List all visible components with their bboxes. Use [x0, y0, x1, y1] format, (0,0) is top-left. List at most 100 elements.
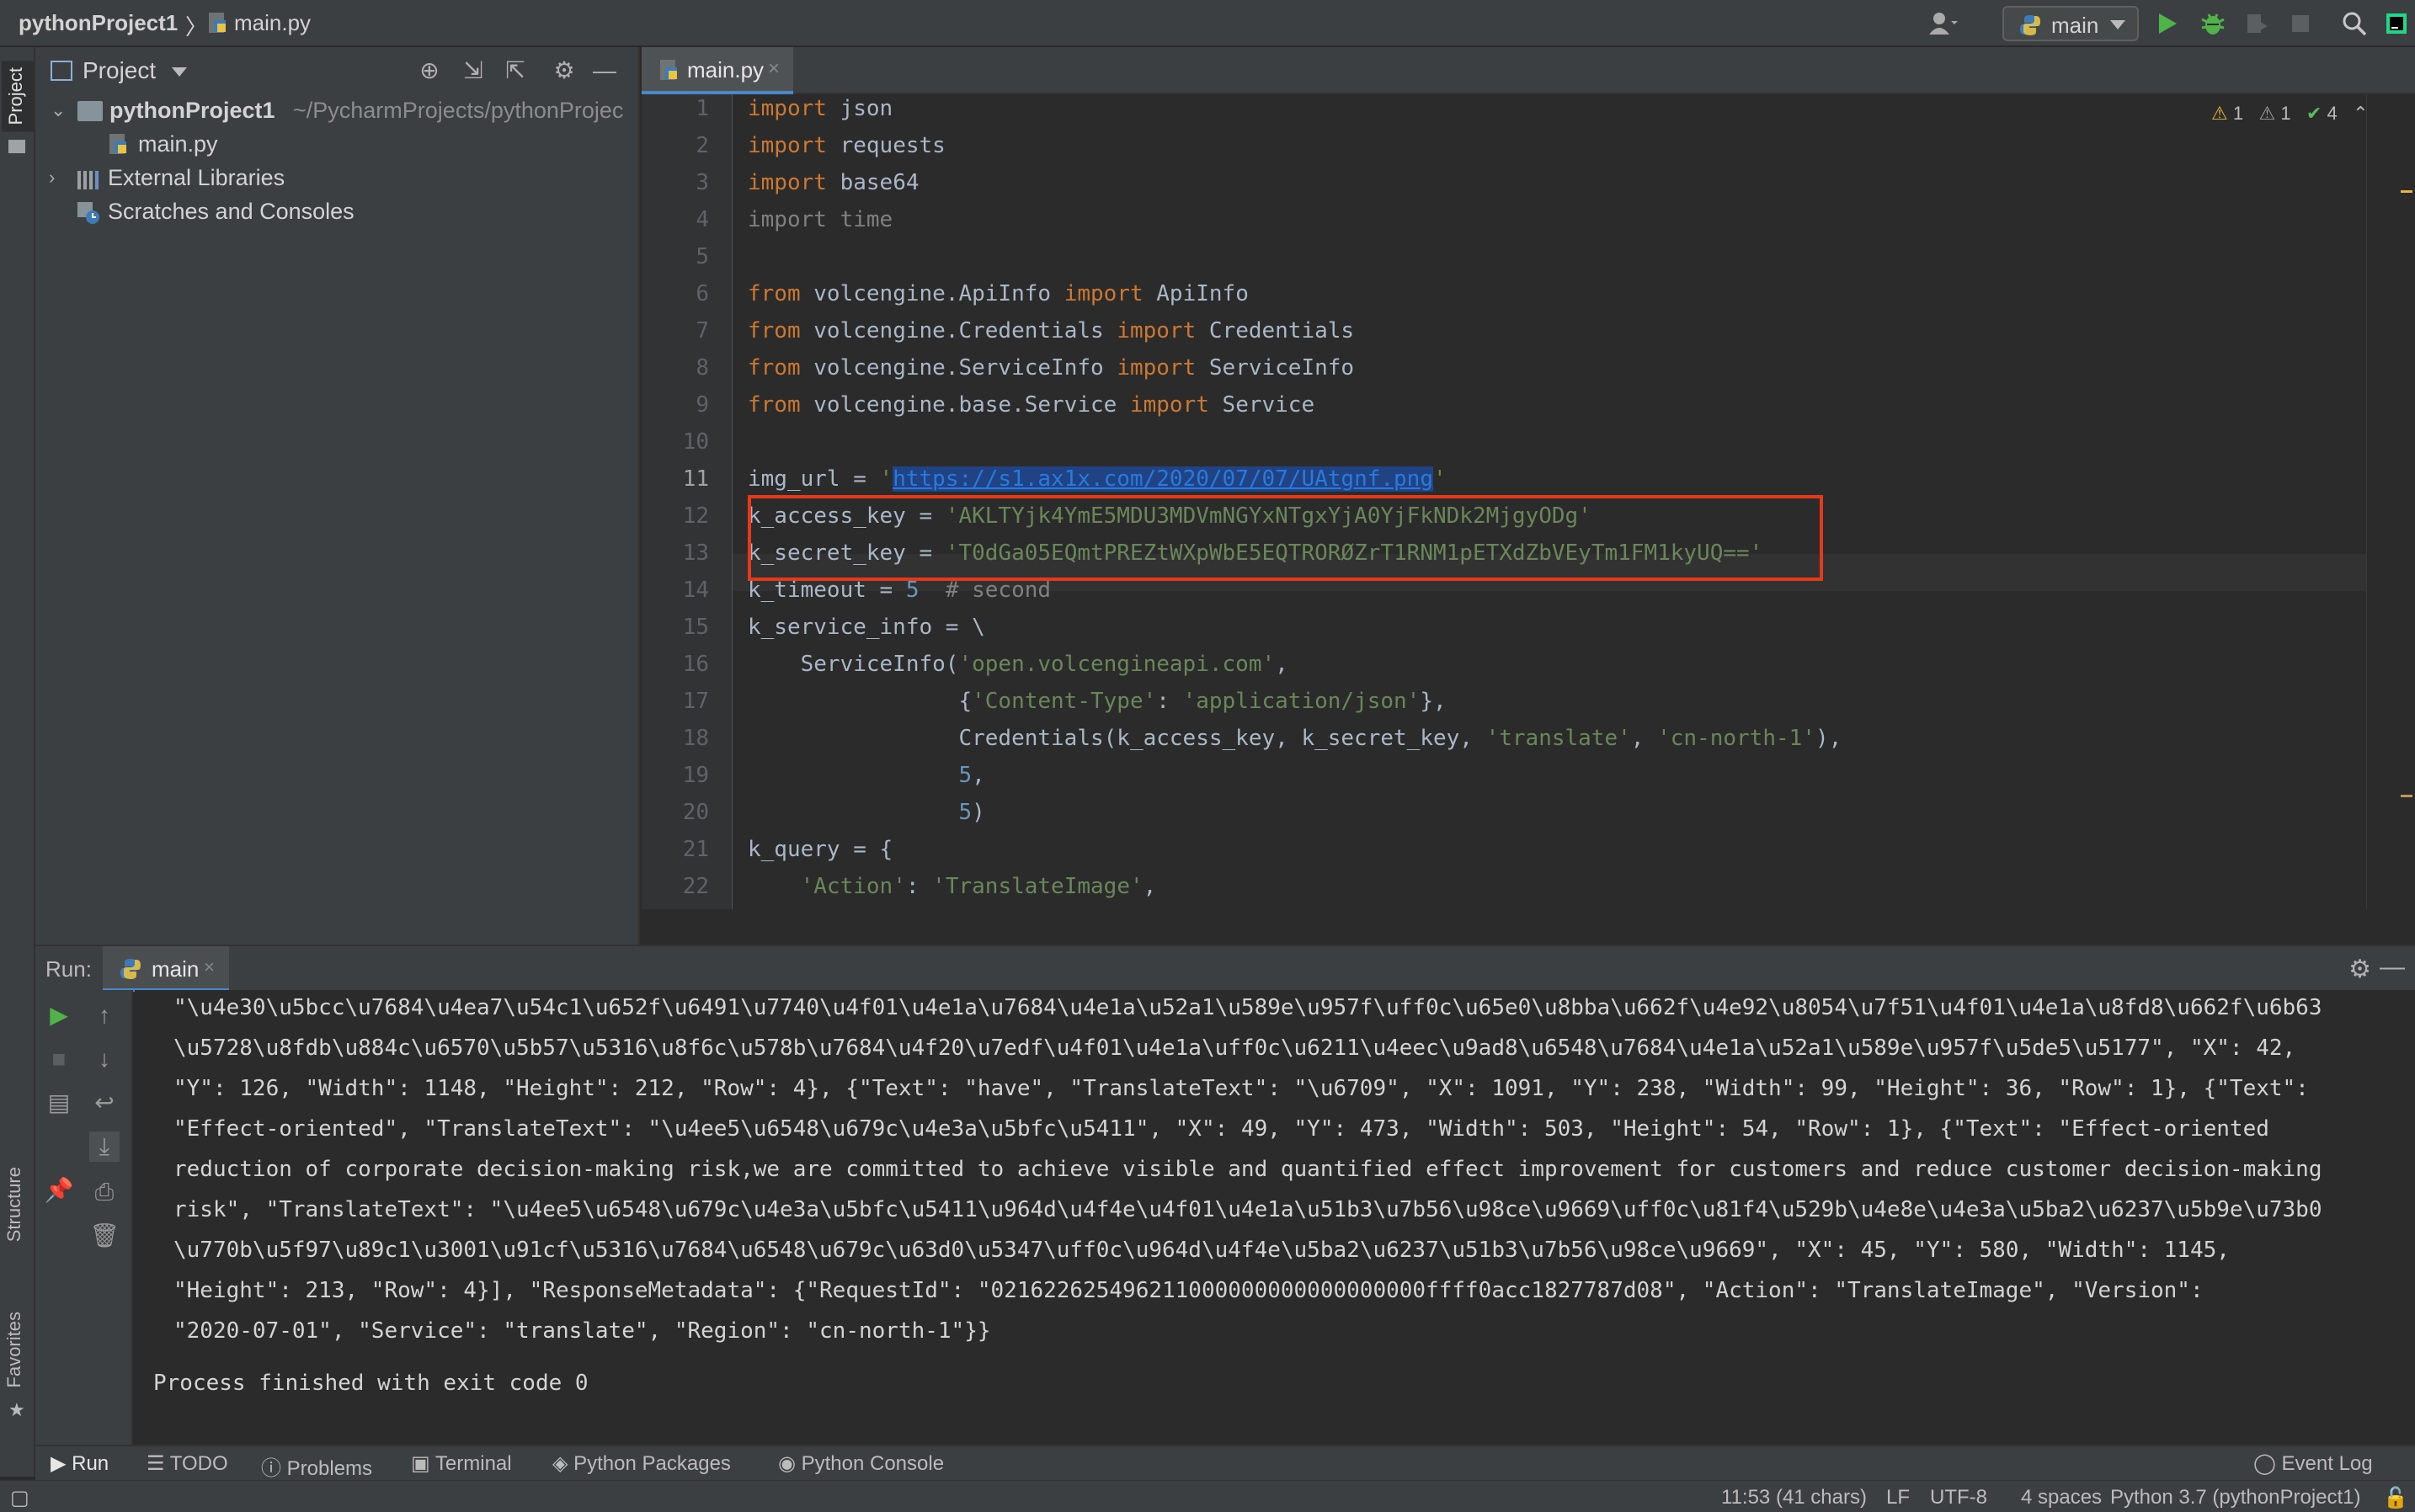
project-panel-title[interactable]: Project	[83, 57, 156, 84]
line-number[interactable]: 12	[642, 503, 709, 529]
tree-item-scratches[interactable]: Scratches and Consoles	[35, 195, 640, 229]
search-icon[interactable]	[2339, 8, 2370, 39]
indent-setting[interactable]: 4 spaces	[2021, 1486, 2102, 1509]
line-number[interactable]: 3	[642, 170, 709, 195]
run-console-output[interactable]: "\u4e30\u5bcc\u7684\u4ea7\u54c1\u652f\u6…	[135, 990, 2415, 1445]
breadcrumb-file[interactable]: main.py	[234, 10, 311, 36]
exit-message: Process finished with exit code 0	[153, 1371, 589, 1396]
code-line[interactable]: {'Content-Type': 'application/json'},	[748, 689, 1446, 714]
python-icon	[2020, 15, 2040, 35]
code-line[interactable]: import base64	[748, 170, 920, 195]
tool-tab-project[interactable]: Project	[2, 61, 34, 132]
expand-all-icon[interactable]: ⇲	[460, 57, 487, 84]
line-number[interactable]: 19	[642, 763, 709, 788]
line-separator[interactable]: LF	[1886, 1486, 1910, 1509]
line-number[interactable]: 18	[642, 726, 709, 751]
line-number[interactable]: 9	[642, 392, 709, 418]
collapse-all-icon[interactable]: ⇱	[502, 57, 529, 84]
tree-item-external-libraries[interactable]: › External Libraries	[35, 162, 640, 195]
tool-window-terminal[interactable]: ▣ Terminal	[411, 1451, 512, 1476]
gear-icon[interactable]: ⚙	[551, 57, 578, 84]
line-number[interactable]: 2	[642, 133, 709, 158]
hide-panel-icon[interactable]: —	[591, 57, 618, 84]
code-line[interactable]: k_query = {	[748, 837, 893, 862]
chevron-down-icon[interactable]	[172, 67, 187, 77]
line-number[interactable]: 7	[642, 318, 709, 343]
tool-window-python-packages[interactable]: ◈ Python Packages	[552, 1451, 731, 1476]
layout-icon[interactable]: ▤	[44, 1088, 74, 1118]
line-number[interactable]: 5	[642, 244, 709, 269]
line-number[interactable]: 11	[642, 466, 709, 492]
caret-position[interactable]: 11:53 (41 chars)	[1721, 1486, 1867, 1509]
line-number[interactable]: 22	[642, 874, 709, 899]
line-number[interactable]: 13	[642, 540, 709, 566]
code-line[interactable]: from volcengine.ServiceInfo import Servi…	[748, 355, 1354, 381]
close-icon[interactable]: ×	[768, 57, 780, 81]
editor-tab-label: main.py	[687, 57, 765, 83]
code-line[interactable]: Credentials(k_access_key, k_secret_key, …	[748, 726, 1842, 751]
line-number[interactable]: 10	[642, 429, 709, 455]
gear-icon[interactable]: ⚙	[2348, 955, 2371, 984]
code-line[interactable]: import requests	[748, 133, 946, 158]
arrow-down-icon[interactable]: ↓	[89, 1044, 120, 1074]
line-number[interactable]: 8	[642, 355, 709, 381]
vcs-user-icon[interactable]	[1928, 8, 1959, 39]
tool-tab-favorites[interactable]: Favorites	[3, 1312, 25, 1387]
debug-icon[interactable]	[2198, 8, 2228, 39]
tool-window-problems[interactable]: ⓘ Problems	[261, 1451, 372, 1481]
pin-icon[interactable]: 📌	[44, 1175, 74, 1206]
python-interpreter[interactable]: Python 3.7 (pythonProject1)	[2110, 1486, 2361, 1509]
code-line[interactable]: import time	[748, 207, 893, 232]
line-number[interactable]: 14	[642, 578, 709, 603]
editor-scrollbar[interactable]	[2366, 94, 2415, 909]
tool-window-todo[interactable]: ☰ TODO	[147, 1451, 228, 1476]
line-number[interactable]: 20	[642, 800, 709, 825]
run-tab-main[interactable]: main ×	[103, 946, 229, 992]
tool-window-event-log[interactable]: ◯ Event Log	[2253, 1451, 2373, 1476]
scroll-to-end-icon[interactable]: ⤓	[89, 1131, 120, 1162]
code-line[interactable]: 'Action': 'TranslateImage',	[748, 874, 1157, 899]
line-number[interactable]: 4	[642, 207, 709, 232]
line-number[interactable]: 17	[642, 689, 709, 714]
tool-window-python-console[interactable]: ◉ Python Console	[778, 1451, 944, 1476]
code-line[interactable]: 5,	[748, 763, 984, 788]
breadcrumb-project[interactable]: pythonProject1	[19, 10, 178, 36]
soft-wrap-icon[interactable]: ↩	[89, 1088, 120, 1118]
file-encoding[interactable]: UTF-8	[1930, 1486, 1987, 1509]
line-number[interactable]: 16	[642, 652, 709, 677]
code-line[interactable]: ServiceInfo('open.volcengineapi.com',	[748, 652, 1288, 677]
line-number[interactable]: 6	[642, 281, 709, 306]
close-icon[interactable]: ×	[204, 956, 215, 978]
code-line[interactable]: 5)	[748, 800, 984, 825]
code-line[interactable]: import json	[748, 96, 893, 121]
locate-icon[interactable]: ⊕	[416, 57, 443, 84]
code-line[interactable]: from volcengine.Credentials import Crede…	[748, 318, 1354, 343]
line-number[interactable]: 21	[642, 837, 709, 862]
code-line[interactable]: img_url = 'https://s1.ax1x.com/2020/07/0…	[748, 466, 1447, 492]
code-line[interactable]: from volcengine.base.Service import Serv…	[748, 392, 1314, 418]
run-configuration-selector[interactable]: main	[2002, 6, 2139, 41]
rerun-icon[interactable]: ▶	[44, 1000, 74, 1030]
tree-item-main-py[interactable]: main.py	[35, 128, 640, 162]
stop-icon[interactable]: ■	[44, 1044, 74, 1074]
tool-window-run[interactable]: ▶ Run	[51, 1451, 109, 1476]
editor-tab-main-py[interactable]: main.py ×	[642, 47, 793, 94]
code-line[interactable]: k_service_info = \	[748, 615, 985, 640]
code-line[interactable]: k_timeout = 5 # second	[748, 578, 1051, 603]
arrow-up-icon[interactable]: ↑	[89, 1000, 120, 1030]
tool-tab-structure[interactable]: Structure	[3, 1167, 25, 1242]
stop-icon[interactable]	[2285, 8, 2316, 39]
layout-toggle-icon[interactable]: ▢	[10, 1486, 29, 1510]
warning-stripe[interactable]	[2401, 795, 2412, 797]
line-number[interactable]: 15	[642, 615, 709, 640]
trash-icon[interactable]: 🗑	[89, 1221, 120, 1251]
warning-stripe[interactable]	[2401, 190, 2412, 193]
run-with-coverage-icon[interactable]	[2242, 8, 2272, 39]
line-number[interactable]: 1	[642, 96, 709, 121]
lock-icon[interactable]: 🔓	[2383, 1486, 2408, 1510]
print-icon[interactable]: ⎙	[89, 1177, 120, 1207]
code-line[interactable]: from volcengine.ApiInfo import ApiInfo	[748, 281, 1249, 306]
tree-item-project-root[interactable]: ⌄ pythonProject1 ~/PycharmProjects/pytho…	[35, 94, 640, 128]
hide-panel-icon[interactable]: —	[2380, 953, 2405, 982]
run-icon[interactable]	[2152, 8, 2183, 39]
